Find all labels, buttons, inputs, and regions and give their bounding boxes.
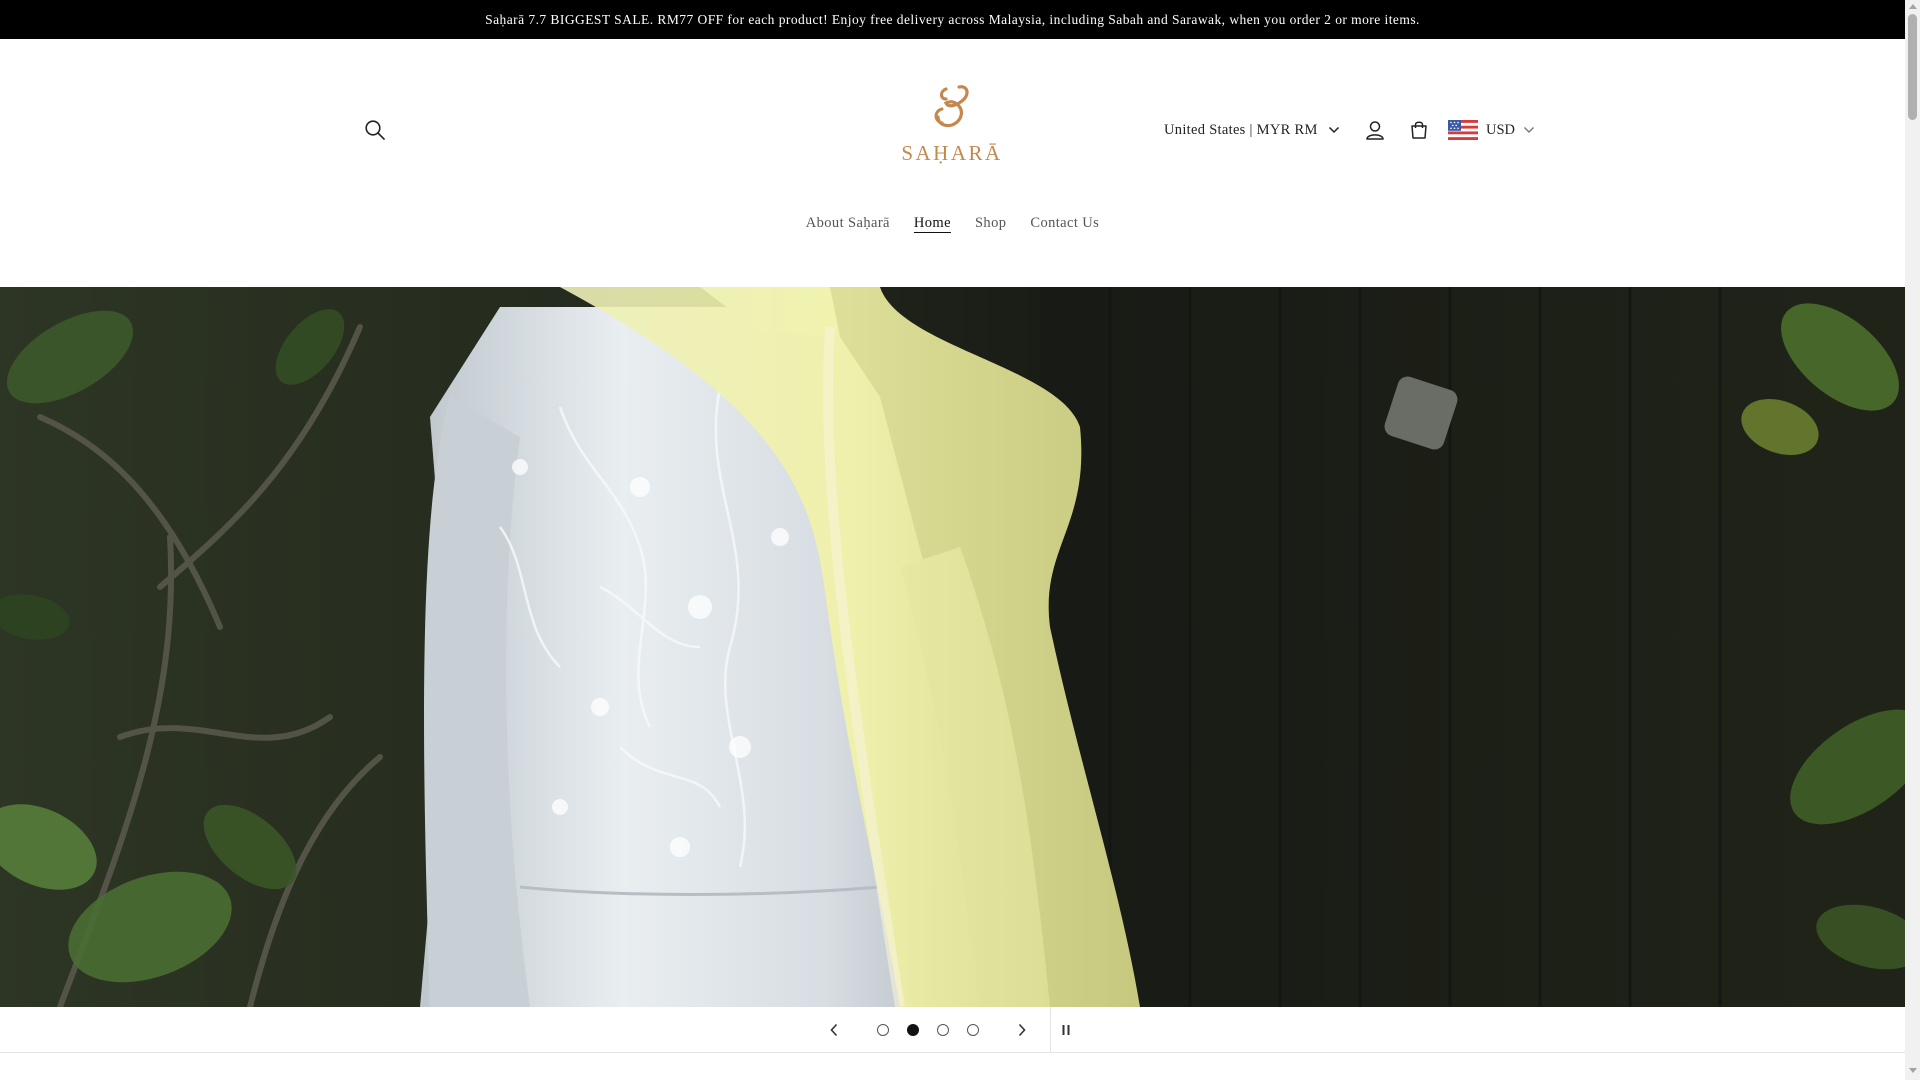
nav-item-shop[interactable]: Shop bbox=[975, 211, 1006, 236]
country-selector-label: United States | MYR RM bbox=[1164, 121, 1318, 138]
country-selector[interactable]: United States | MYR RM bbox=[1164, 115, 1340, 145]
slide-pause-button[interactable] bbox=[1052, 1016, 1080, 1044]
cart-button[interactable] bbox=[1402, 113, 1436, 147]
pause-icon bbox=[1062, 1025, 1070, 1035]
scroll-down-arrow-icon[interactable] bbox=[1909, 1068, 1917, 1073]
currency-selector-label: USD bbox=[1486, 121, 1516, 138]
slide-dot-4[interactable] bbox=[967, 1024, 979, 1036]
search-icon bbox=[365, 120, 385, 140]
us-flag-icon bbox=[1448, 120, 1478, 140]
hero-slide-image bbox=[0, 287, 1905, 1007]
chevron-left-icon bbox=[830, 1023, 838, 1037]
slide-prev-button[interactable] bbox=[820, 1016, 848, 1044]
hero-photo bbox=[0, 287, 1905, 1007]
chevron-down-icon bbox=[1524, 127, 1535, 133]
scroll-up-arrow-icon[interactable] bbox=[1909, 4, 1917, 9]
slide-dot-3[interactable] bbox=[937, 1024, 949, 1036]
cart-icon bbox=[1411, 121, 1427, 139]
nav-item-about[interactable]: About Saḥarā bbox=[806, 211, 890, 236]
announcement-text: Saḥarā 7.7 BIGGEST SALE. RM77 OFF for ea… bbox=[485, 11, 1420, 27]
main-nav: About Saḥarā Home Shop Contact Us bbox=[0, 211, 1905, 236]
chevron-right-icon bbox=[1018, 1023, 1026, 1037]
slideshow-controls bbox=[0, 1007, 1905, 1053]
logo-wordmark: SAḤARĀ bbox=[901, 141, 1003, 165]
account-icon bbox=[1366, 121, 1384, 140]
page-scrollbar[interactable] bbox=[1905, 0, 1920, 1080]
site-logo[interactable]: SAḤARĀ bbox=[896, 81, 1008, 187]
site-header: SAḤARĀ United States | MYR RM USD About … bbox=[0, 39, 1905, 287]
logo-calligraphy-icon bbox=[934, 85, 969, 128]
controls-divider bbox=[1050, 1007, 1051, 1053]
scroll-thumb[interactable] bbox=[1908, 14, 1917, 120]
nav-item-home[interactable]: Home bbox=[914, 211, 951, 236]
slide-next-button[interactable] bbox=[1008, 1016, 1036, 1044]
slide-dot-1[interactable] bbox=[877, 1024, 889, 1036]
announcement-bar: Saḥarā 7.7 BIGGEST SALE. RM77 OFF for ea… bbox=[0, 0, 1905, 39]
slide-dot-2[interactable] bbox=[907, 1024, 919, 1036]
search-button[interactable] bbox=[358, 113, 392, 147]
nav-item-contact[interactable]: Contact Us bbox=[1030, 211, 1099, 236]
account-button[interactable] bbox=[1358, 113, 1392, 147]
chevron-down-icon bbox=[1328, 126, 1339, 134]
currency-selector[interactable]: USD bbox=[1448, 115, 1535, 145]
